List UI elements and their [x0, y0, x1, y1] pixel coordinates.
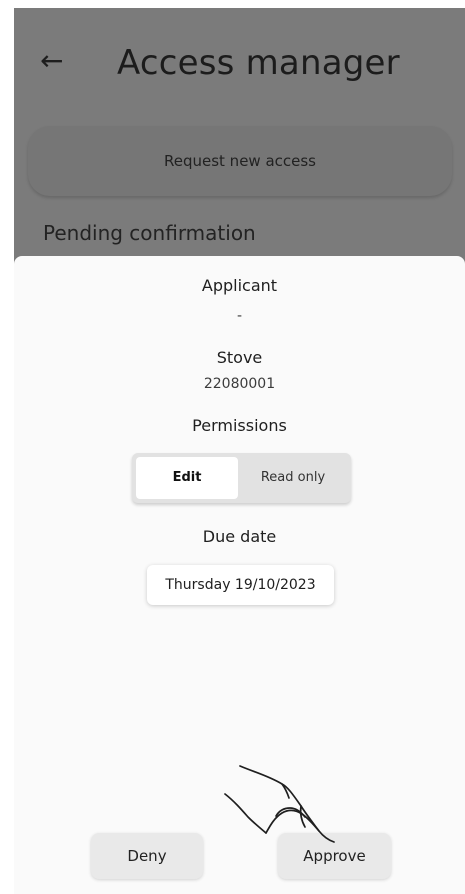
permissions-title: Permissions	[192, 416, 287, 435]
applicant-title: Applicant	[201, 276, 278, 295]
due-date-picker-button[interactable]: Thursday 19/10/2023	[147, 565, 334, 605]
back-arrow-icon[interactable]: ←	[40, 46, 70, 76]
permissions-segmented-control[interactable]: Edit Read only	[132, 453, 351, 503]
page-title: Access manager	[117, 43, 400, 83]
screen: ← Access manager Request new access Pend…	[0, 0, 465, 894]
approval-sheet: Applicant - Stove 22080001 Permissions E…	[14, 256, 465, 894]
pending-confirmation-label: Pending confirmation	[43, 221, 256, 245]
stove-title: Stove	[216, 348, 263, 367]
deny-button[interactable]: Deny	[91, 833, 203, 879]
left-margin	[0, 0, 14, 894]
request-new-access-button[interactable]: Request new access	[28, 126, 452, 196]
applicant-value: -	[236, 308, 243, 324]
approve-button[interactable]: Approve	[278, 833, 391, 879]
stove-value: 22080001	[203, 376, 276, 392]
permission-edit-option[interactable]: Edit	[136, 457, 238, 499]
permission-read-only-option[interactable]: Read only	[239, 457, 347, 499]
due-date-title: Due date	[202, 527, 277, 546]
